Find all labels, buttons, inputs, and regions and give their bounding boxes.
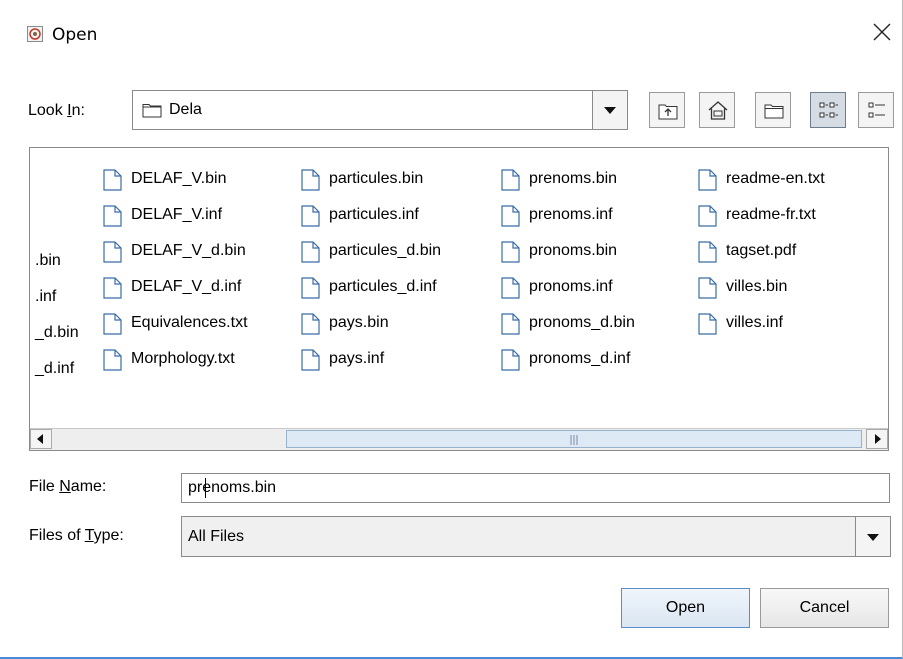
file-icon [301, 169, 320, 191]
chevron-down-icon [867, 534, 879, 541]
cancel-button[interactable]: Cancel [760, 588, 889, 628]
file-icon [501, 205, 520, 227]
details-view-button[interactable] [858, 92, 894, 128]
file-icon [103, 241, 122, 263]
grip-icon [570, 435, 578, 445]
open-file-dialog: Open Look In: Dela .bin .inf _d.bin _d.i… [0, 0, 903, 659]
file-icon [103, 313, 122, 335]
look-in-label: Look In: [28, 102, 85, 119]
java-app-icon [27, 26, 43, 42]
arrow-left-icon [37, 434, 43, 444]
file-icon [301, 205, 320, 227]
file-icon [501, 241, 520, 263]
file-icon [301, 349, 320, 371]
up-one-level-icon [658, 104, 678, 120]
chevron-down-icon [604, 107, 616, 114]
home-button[interactable] [699, 92, 735, 128]
file-icon [501, 277, 520, 299]
details-view-icon [868, 102, 885, 118]
file-type-combo[interactable]: All Files [181, 516, 891, 557]
file-icon [698, 277, 717, 299]
home-icon [708, 101, 728, 120]
file-icon [698, 313, 717, 335]
file-type-label: Files of Type: [29, 527, 124, 544]
folder-icon [142, 104, 162, 118]
file-icon [698, 169, 717, 191]
window-title: Open [52, 25, 98, 45]
file-icon [698, 241, 717, 263]
file-icon [103, 169, 122, 191]
scroll-right-button[interactable] [866, 429, 888, 449]
new-folder-icon [764, 104, 784, 119]
file-icon [501, 349, 520, 371]
close-icon[interactable] [864, 14, 900, 50]
list-item[interactable]: .inf [35, 288, 56, 306]
file-icon [301, 241, 320, 263]
file-icon [501, 313, 520, 335]
file-icon [301, 277, 320, 299]
file-icon [103, 277, 122, 299]
horizontal-scrollbar[interactable] [30, 428, 888, 450]
file-icon [103, 349, 122, 371]
file-name-label: File Name: [29, 478, 107, 495]
open-button[interactable]: Open [621, 588, 750, 628]
list-item[interactable]: _d.inf [35, 360, 74, 378]
list-view-button[interactable] [810, 92, 846, 128]
up-one-level-button[interactable] [649, 92, 685, 128]
scroll-thumb[interactable] [286, 430, 862, 448]
file-name-input[interactable]: prenoms.bin [181, 473, 890, 503]
list-view-icon [819, 102, 838, 118]
file-type-dropdown-button[interactable] [855, 517, 890, 556]
title-bar: Open [0, 0, 902, 58]
file-list[interactable]: .bin .inf _d.bin _d.inf DELAF_V.bin DELA… [29, 147, 889, 451]
arrow-right-icon [875, 434, 881, 444]
look-in-value: Dela [169, 101, 202, 118]
file-type-value: All Files [188, 528, 245, 545]
scroll-left-button[interactable] [30, 429, 52, 449]
look-in-combo[interactable]: Dela [132, 90, 628, 130]
list-item[interactable]: _d.bin [35, 324, 79, 342]
file-name-value: prenoms.bin [188, 479, 277, 496]
look-in-dropdown-button[interactable] [592, 91, 627, 129]
file-icon [698, 205, 717, 227]
file-icon [301, 313, 320, 335]
list-item[interactable]: .bin [35, 252, 61, 270]
file-icon [501, 169, 520, 191]
text-caret [205, 478, 206, 498]
file-icon [103, 205, 122, 227]
new-folder-button[interactable] [755, 92, 791, 128]
